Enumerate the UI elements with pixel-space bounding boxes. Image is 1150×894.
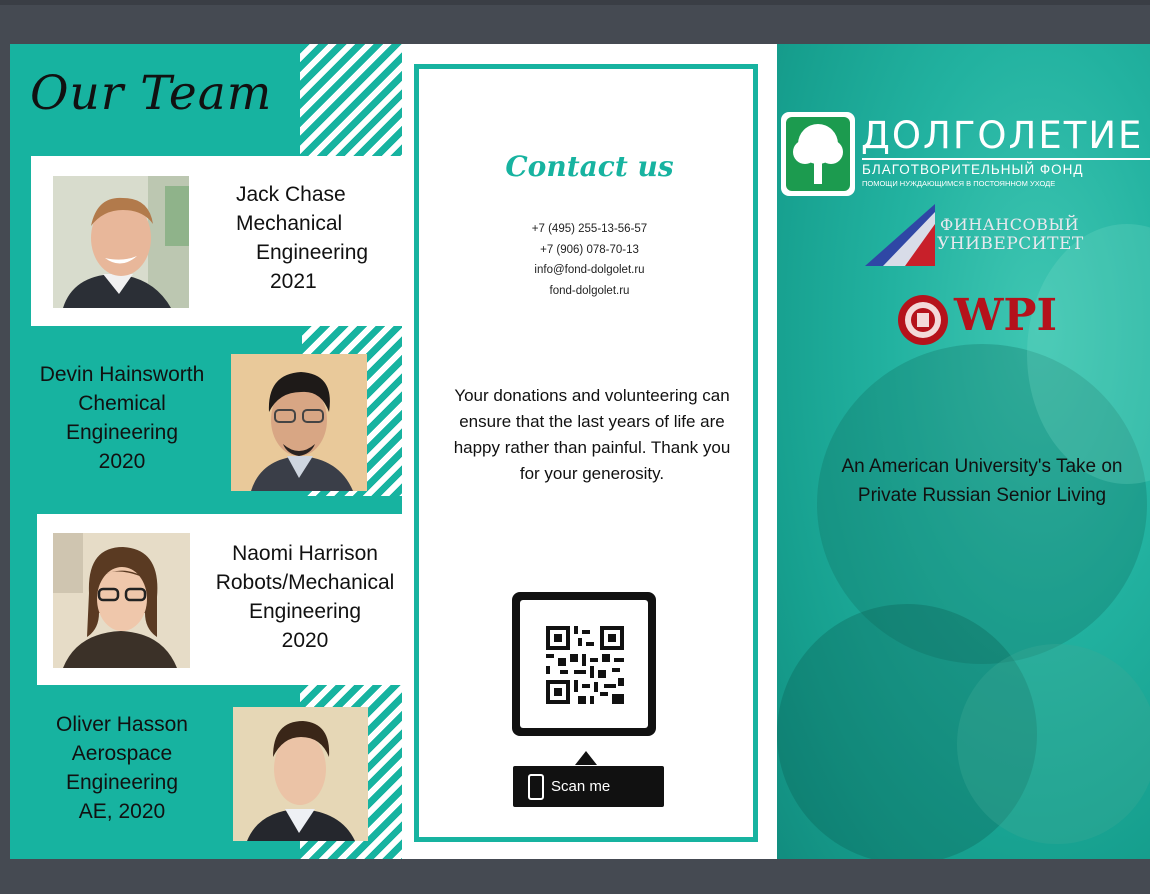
team-panel: Our Team Jack Chase Mechanical Engineeri…: [10, 44, 402, 859]
contact-details: +7 (495) 255-13-56-57 +7 (906) 078-70-13…: [402, 219, 777, 301]
logo-dolgoletie-name: ДОЛГОЛЕТИЕ: [861, 114, 1144, 157]
logo-wpi: WPI: [954, 290, 1058, 341]
member-photo-jack: [53, 176, 189, 308]
donation-message: Your donations and volunteering can ensu…: [453, 386, 731, 483]
qr-pointer: [575, 751, 597, 765]
member-info: Jack Chase Mechanical Engineering 2021: [209, 180, 389, 296]
scan-label: Scan me: [551, 778, 611, 795]
phone-number: +7 (495) 255-13-56-57: [531, 223, 648, 235]
cover-tagline: An American University's Take on Private…: [841, 456, 1123, 506]
member-name: Devin Hainsworth: [39, 363, 205, 386]
member-major: Engineering: [256, 241, 369, 264]
viewer-top-bar: [0, 0, 1150, 44]
logo-finance-line1: ФИНАНСОВЫЙ: [940, 215, 1080, 234]
brochure-page: Our Team Jack Chase Mechanical Engineeri…: [10, 44, 1150, 859]
tree-logo-icon: [781, 112, 855, 196]
cover-panel: ДОЛГОЛЕТИЕ БЛАГОТВОРИТЕЛЬНЫЙ ФОНД ПОМОЩИ…: [777, 44, 1150, 859]
contact-panel: Contact us +7 (495) 255-13-56-57 +7 (906…: [402, 44, 777, 859]
member-info: Devin Hainsworth Chemical Engineering 20…: [22, 360, 222, 476]
qr-pattern-icon: [546, 626, 624, 704]
wpi-seal-icon: [897, 294, 949, 346]
logo-finance-line2: УНИВЕРСИТЕТ: [937, 234, 1084, 254]
email-address: info@fond-dolgolet.ru: [534, 264, 645, 276]
qr-code: [512, 592, 656, 736]
member-major: Robots/Mechanical: [215, 571, 395, 594]
team-title: Our Team: [30, 66, 273, 121]
member-name: Naomi Harrison: [232, 542, 378, 565]
contact-title: Contact us: [505, 150, 674, 183]
member-info: Oliver Hasson Aerospace Engineering AE, …: [22, 710, 222, 826]
member-year: 2020: [98, 450, 146, 473]
finance-university-logo-icon: [865, 204, 945, 266]
phone-icon: [528, 774, 544, 800]
member-year: AE, 2020: [78, 800, 166, 823]
member-photo-oliver: [233, 707, 368, 841]
member-photo-naomi: [53, 533, 190, 668]
team-member-card: Jack Chase Mechanical Engineering 2021: [31, 156, 402, 326]
scan-me-badge: Scan me: [513, 766, 664, 807]
decorative-stripes: [300, 44, 402, 156]
member-info: Naomi Harrison Robots/Mechanical Enginee…: [205, 539, 402, 655]
member-year: 2020: [281, 629, 329, 652]
team-member-card: Naomi Harrison Robots/Mechanical Enginee…: [37, 514, 402, 685]
logo-dolgoletie-subtitle: БЛАГОТВОРИТЕЛЬНЫЙ ФОНД: [862, 162, 1084, 177]
website-address: fond-dolgolet.ru: [549, 284, 630, 297]
member-major: Chemical: [78, 392, 166, 415]
member-photo-devin: [231, 354, 367, 491]
member-major: Engineering: [65, 771, 179, 794]
member-major: Mechanical: [236, 212, 343, 235]
member-major: Aerospace: [71, 742, 173, 765]
viewer-bottom-bar: [0, 859, 1150, 894]
member-year: 2021: [270, 270, 317, 293]
phone-number: +7 (906) 078-70-13: [540, 243, 639, 256]
member-name: Jack Chase: [236, 183, 346, 206]
member-major: Engineering: [65, 421, 179, 444]
member-major: Engineering: [248, 600, 362, 623]
member-name: Oliver Hasson: [56, 713, 188, 736]
logo-dolgoletie-caption: ПОМОЩИ НУЖДАЮЩИМСЯ В ПОСТОЯННОМ УХОДЕ: [862, 179, 1056, 188]
